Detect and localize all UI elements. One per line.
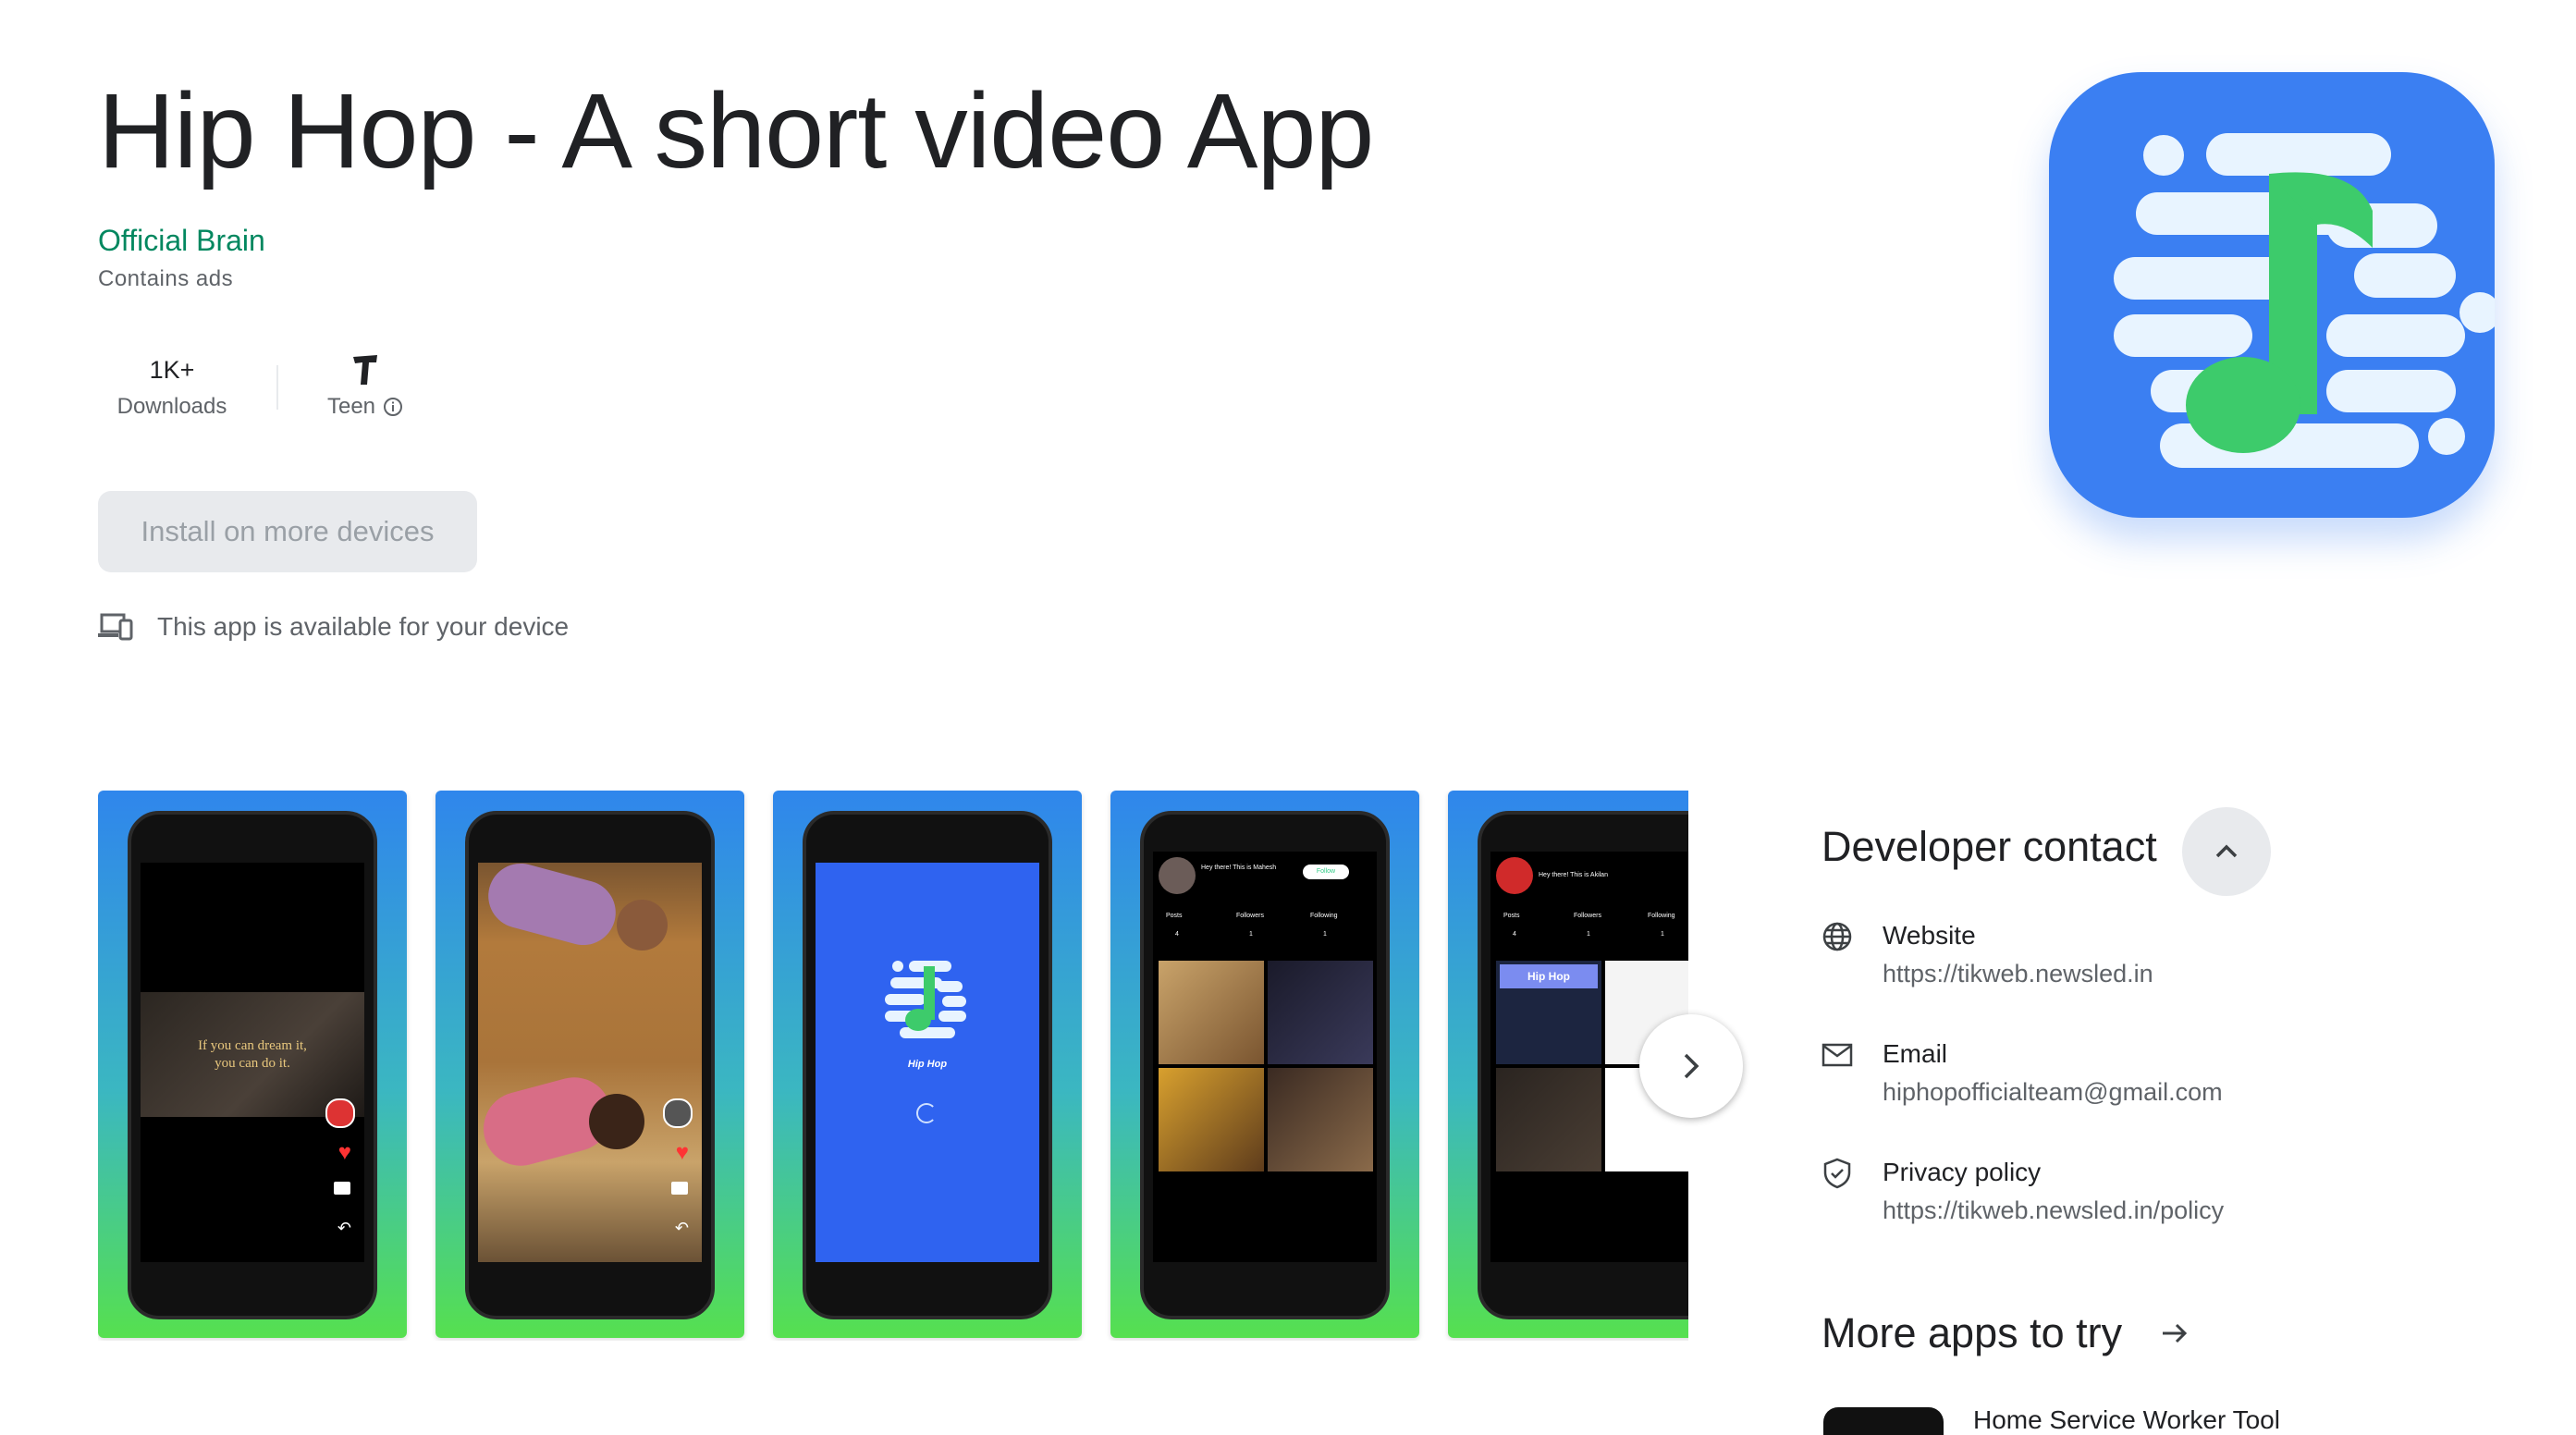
website-contact[interactable]: Website https://tikweb.newsled.in [1822, 921, 2153, 988]
app-icon [2049, 72, 2495, 518]
website-label: Website [1883, 921, 1976, 950]
splash-logo-icon [885, 961, 966, 1038]
more-apps-title: More apps to try [1822, 1309, 2123, 1356]
followers-count: 1 [1249, 931, 1253, 938]
following-label: Following [1648, 913, 1675, 919]
share-icon: ↶ [337, 1219, 351, 1237]
splash-label: Hip Hop [907, 1059, 948, 1070]
screenshot-carousel[interactable]: If you can dream it, you can do it. ♥ ↶ … [98, 791, 1688, 1341]
follow-button[interactable]: Follow [1303, 865, 1349, 879]
privacy-policy-url[interactable]: https://tikweb.newsled.in/policy [1883, 1196, 2224, 1225]
heart-icon: ♥ [675, 1140, 689, 1165]
availability-text: This app is available for your device [157, 612, 570, 641]
downloads-value: 1K+ [149, 356, 195, 384]
more-apps-heading[interactable]: More apps to try [1822, 1309, 2190, 1357]
app-banner: Hip Hop [1500, 964, 1598, 988]
avatar [663, 1098, 693, 1128]
next-screenshot-button[interactable] [1639, 1014, 1743, 1118]
share-icon: ↶ [674, 1219, 689, 1237]
loading-spinner [916, 1103, 937, 1123]
chevron-up-icon [2215, 844, 2238, 858]
privacy-policy-label: Privacy policy [1883, 1158, 2042, 1186]
app-thumbnail[interactable] [1823, 1407, 1944, 1435]
globe-icon [1822, 922, 1852, 951]
screenshot-2[interactable]: ♥ ↶ [435, 791, 744, 1338]
post-thumbnail[interactable] [1268, 961, 1373, 1064]
phone-frame: Hey there! This is Mahesh Follow Posts F… [1140, 811, 1390, 1319]
profile-greeting: Hey there! This is Akilan [1539, 872, 1608, 878]
email-contact[interactable]: Email hiphopofficialteam@gmail.com [1822, 1039, 2223, 1107]
post-thumbnail[interactable] [1496, 1068, 1601, 1171]
phone-frame: ♥ ↶ [465, 811, 715, 1319]
quote-line-1: If you can dream it, [198, 1038, 307, 1053]
app-title: Hip Hop - A short video App [98, 72, 1374, 190]
teen-rating-icon [353, 355, 377, 385]
collapse-developer-contact-button[interactable] [2182, 807, 2271, 896]
website-url[interactable]: https://tikweb.newsled.in [1883, 960, 2153, 988]
followers-label: Followers [1574, 913, 1601, 919]
comment-icon [671, 1182, 688, 1195]
post-thumbnail[interactable] [1268, 1068, 1373, 1171]
email-label: Email [1883, 1039, 1948, 1068]
comment-icon [334, 1182, 350, 1195]
shield-check-icon [1823, 1158, 1851, 1189]
info-icon[interactable] [383, 397, 403, 417]
developer-contact-heading: Developer contact [1822, 823, 2157, 870]
content-rating-label: Teen [326, 394, 376, 419]
downloads-stat: 1K+ Downloads [98, 353, 246, 420]
avatar [325, 1098, 355, 1128]
mail-icon [1822, 1043, 1853, 1067]
followers-label: Followers [1236, 913, 1264, 919]
install-on-more-devices-button[interactable]: Install on more devices [98, 491, 477, 572]
phone-frame: If you can dream it, you can do it. ♥ ↶ [128, 811, 377, 1319]
content-rating-stat[interactable]: Teen [310, 353, 421, 420]
contains-ads-note: Contains ads [98, 266, 234, 291]
arrow-right-icon[interactable] [2159, 1318, 2190, 1349]
heart-icon: ♥ [337, 1140, 351, 1165]
posts-label: Posts [1166, 913, 1183, 919]
following-count: 1 [1661, 931, 1664, 938]
privacy-policy-contact[interactable]: Privacy policy https://tikweb.newsled.in… [1822, 1158, 2224, 1225]
devices-icon [98, 613, 133, 641]
posts-count: 4 [1175, 931, 1179, 938]
stat-divider [276, 365, 278, 410]
music-note-logo-icon [2114, 133, 2495, 468]
avatar [1496, 857, 1533, 894]
post-thumbnail[interactable] [1159, 961, 1264, 1064]
quote-line-2: you can do it. [215, 1056, 290, 1071]
chevron-right-icon [1684, 1053, 1699, 1079]
device-availability: This app is available for your device [98, 612, 569, 642]
phone-frame: Hip Hop [803, 811, 1052, 1319]
post-thumbnail[interactable]: Hip Hop [1496, 961, 1601, 1064]
following-label: Following [1310, 913, 1338, 919]
followers-count: 1 [1587, 931, 1590, 938]
screenshot-1[interactable]: If you can dream it, you can do it. ♥ ↶ [98, 791, 407, 1338]
screenshot-3[interactable]: Hip Hop [773, 791, 1082, 1338]
avatar [1159, 857, 1196, 894]
downloads-label: Downloads [117, 394, 227, 419]
suggested-app-title[interactable]: Home Service Worker Tool [1973, 1405, 2280, 1435]
posts-label: Posts [1503, 913, 1520, 919]
post-thumbnail[interactable] [1159, 1068, 1264, 1171]
screenshot-4[interactable]: Hey there! This is Mahesh Follow Posts F… [1110, 791, 1419, 1338]
posts-count: 4 [1513, 931, 1516, 938]
developer-link[interactable]: Official Brain [98, 224, 265, 258]
profile-greeting: Hey there! This is Mahesh [1201, 865, 1277, 871]
following-count: 1 [1323, 931, 1327, 938]
email-address[interactable]: hiphopofficialteam@gmail.com [1883, 1078, 2223, 1107]
